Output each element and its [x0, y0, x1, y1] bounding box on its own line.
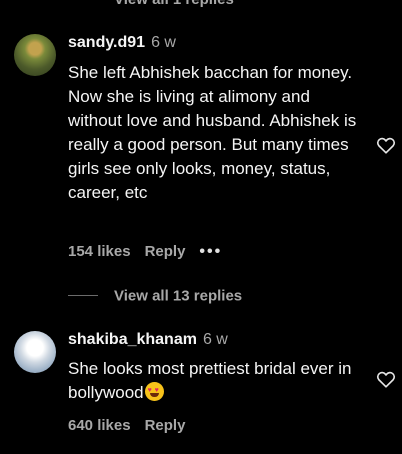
comment-meta: 640 likes Reply — [68, 417, 199, 434]
comment-header: shakiba_khanam 6 w — [68, 331, 228, 349]
comment-meta: 154 likes Reply ••• — [68, 243, 236, 261]
heart-icon[interactable] — [375, 134, 397, 156]
comment-text-body: She looks most prettiest bridal ever in … — [68, 359, 352, 402]
username[interactable]: sandy.d91 — [68, 34, 145, 51]
view-replies-link-top[interactable]: View all 1 replies — [114, 0, 234, 8]
more-options-icon[interactable]: ••• — [199, 243, 222, 260]
username[interactable]: shakiba_khanam — [68, 331, 197, 348]
view-replies-row[interactable]: View all 13 replies — [68, 287, 242, 305]
heart-icon[interactable] — [375, 368, 397, 390]
likes-count[interactable]: 640 likes — [68, 417, 131, 434]
comment-age: 6 w — [151, 34, 176, 51]
comment-text: She left Abhishek bacchan for money. Now… — [68, 63, 357, 202]
avatar[interactable] — [14, 331, 56, 373]
heart-eyes-emoji-icon: ♥ ♥ — [144, 382, 164, 401]
comment-text: She looks most prettiest bridal ever in … — [68, 357, 368, 405]
view-replies-link[interactable]: View all 13 replies — [114, 287, 242, 304]
replies-divider — [68, 295, 98, 297]
avatar[interactable] — [14, 34, 56, 76]
reply-button[interactable]: Reply — [145, 417, 186, 434]
likes-count[interactable]: 154 likes — [68, 243, 131, 260]
reply-button[interactable]: Reply — [145, 243, 186, 260]
comment-age: 6 w — [202, 331, 228, 348]
comment-header: sandy.d91 6 w — [68, 34, 176, 52]
